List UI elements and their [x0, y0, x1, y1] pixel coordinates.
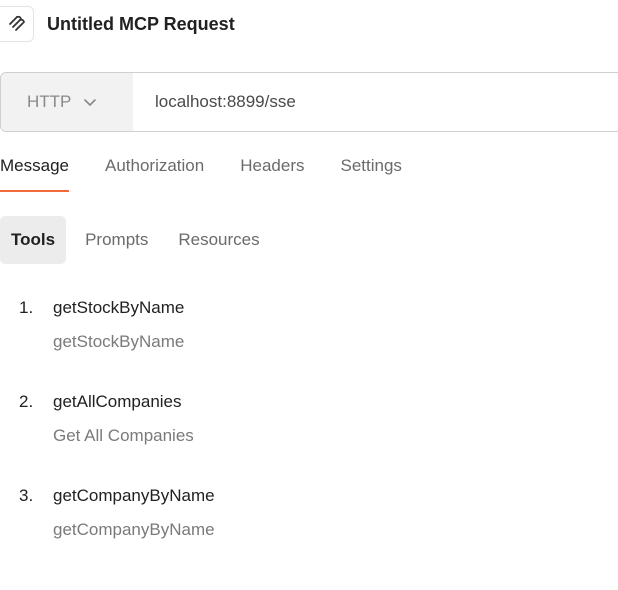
- tool-description: getCompanyByName: [53, 520, 215, 539]
- tab-message[interactable]: Message: [0, 150, 69, 192]
- subtab-prompts[interactable]: Prompts: [74, 216, 159, 264]
- request-header: Untitled MCP Request: [0, 4, 235, 44]
- list-item[interactable]: 3. getCompanyByName getCompanyByName: [0, 478, 600, 572]
- tool-number: 2.: [19, 392, 34, 411]
- method-label: HTTP: [27, 92, 72, 111]
- capability-tabs: Tools Prompts Resources: [0, 216, 279, 264]
- url-input[interactable]: [133, 73, 618, 131]
- tool-number: 3.: [19, 486, 34, 505]
- tool-name: getCompanyByName: [53, 486, 215, 505]
- subtab-tools[interactable]: Tools: [0, 216, 67, 264]
- tool-name: getStockByName: [53, 298, 185, 317]
- method-select[interactable]: HTTP: [1, 73, 133, 131]
- tool-number: 1.: [19, 298, 34, 317]
- tab-authorization[interactable]: Authorization: [105, 150, 204, 192]
- url-bar: HTTP: [0, 72, 618, 132]
- tab-settings[interactable]: Settings: [340, 150, 401, 192]
- list-item[interactable]: 1. getStockByName getStockByName: [0, 290, 600, 384]
- tool-name: getAllCompanies: [53, 392, 182, 411]
- subtab-resources[interactable]: Resources: [167, 216, 270, 264]
- tools-list: 1. getStockByName getStockByName 2. getA…: [0, 290, 600, 572]
- chevron-down-icon: [83, 95, 97, 109]
- tab-headers[interactable]: Headers: [240, 150, 304, 192]
- mcp-request-icon[interactable]: [0, 6, 34, 42]
- request-title[interactable]: Untitled MCP Request: [47, 14, 235, 35]
- tool-description: getStockByName: [53, 332, 185, 351]
- tool-description: Get All Companies: [53, 426, 194, 445]
- list-item[interactable]: 2. getAllCompanies Get All Companies: [0, 384, 600, 478]
- request-tabs: Message Authorization Headers Settings: [0, 150, 438, 192]
